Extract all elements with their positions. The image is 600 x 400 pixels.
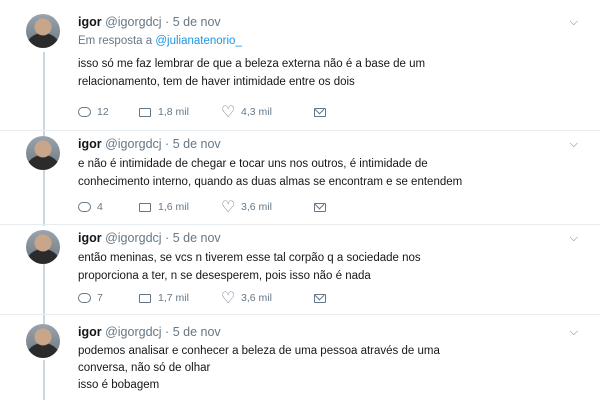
user-handle[interactable]: @igorgdcj (105, 325, 161, 339)
user-handle[interactable]: @igorgdcj (105, 137, 161, 151)
reply-button[interactable]: 4 (78, 201, 138, 213)
divider (0, 314, 600, 315)
reply-icon (78, 107, 91, 117)
retweet-icon (138, 107, 152, 117)
tweet-text-line: relacionamento, tem de haver intimidade … (78, 76, 355, 88)
separator: · (165, 325, 170, 339)
tweet-text-line: então meninas, se vcs n tiverem esse tal… (78, 252, 421, 264)
heart-icon (221, 197, 235, 216)
reply-count: 7 (97, 292, 103, 304)
tweet-text-line: conhecimento interno, quando as duas alm… (78, 176, 463, 188)
tweet-text: isso só me faz lembrar de que a beleza e… (78, 55, 578, 91)
user-name[interactable]: igor (78, 15, 102, 29)
tweet-header: igor @igorgdcj · 5 de nov (78, 230, 578, 246)
reply-icon (78, 202, 91, 212)
tweet-actions: 4 1,6 mil 3,6 mil (78, 197, 326, 216)
reply-button[interactable]: 7 (78, 292, 138, 304)
retweet-icon (138, 202, 152, 212)
chevron-down-icon[interactable]: ⌵ (570, 138, 578, 151)
retweet-count: 1,8 mil (158, 106, 189, 118)
separator: · (165, 137, 170, 151)
tweet-header: igor @igorgdcj · 5 de nov (78, 324, 578, 340)
dm-button[interactable] (314, 107, 326, 117)
tweet-text: e não é intimidade de chegar e tocar uns… (78, 155, 578, 191)
retweet-count: 1,7 mil (158, 292, 189, 304)
thread-line (43, 52, 45, 136)
tweet-header: igor @igorgdcj · 5 de nov (78, 136, 578, 152)
reply-button[interactable]: 12 (78, 106, 138, 118)
like-count: 3,6 mil (241, 201, 272, 213)
tweet-date[interactable]: 5 de nov (173, 137, 221, 151)
user-handle[interactable]: @igorgdcj (105, 231, 161, 245)
avatar[interactable] (26, 136, 60, 170)
retweet-button[interactable]: 1,8 mil (138, 106, 222, 118)
retweet-icon (138, 293, 152, 303)
divider (0, 130, 600, 131)
tweet-date[interactable]: 5 de nov (173, 231, 221, 245)
user-name[interactable]: igor (78, 137, 102, 151)
envelope-icon (314, 107, 326, 117)
heart-icon (221, 102, 235, 121)
chevron-down-icon[interactable]: ⌵ (570, 326, 578, 339)
separator: · (165, 231, 170, 245)
like-button[interactable]: 4,3 mil (221, 102, 314, 121)
tweet-header: igor @igorgdcj · 5 de nov (78, 14, 578, 30)
tweet-text-line: e não é intimidade de chegar e tocar uns… (78, 158, 428, 170)
reply-count: 4 (97, 201, 103, 213)
chevron-down-icon[interactable]: ⌵ (570, 16, 578, 29)
thread-line (43, 360, 45, 400)
separator: · (165, 15, 170, 29)
mention-link[interactable]: @julianatenorio_ (155, 35, 241, 47)
avatar[interactable] (26, 324, 60, 358)
thread-line (43, 170, 45, 226)
tweet-actions: 7 1,7 mil 3,6 mil (78, 288, 326, 307)
retweet-count: 1,6 mil (158, 201, 189, 213)
avatar[interactable] (26, 230, 60, 264)
reply-count: 12 (97, 106, 109, 118)
avatar[interactable] (26, 14, 60, 48)
tweet-text-line: proporciona a ter, n se desesperem, pois… (78, 270, 371, 282)
tweet-text-line: conversa, não só de olhar (78, 362, 211, 374)
like-button[interactable]: 3,6 mil (221, 288, 314, 307)
tweet-text-line: isso é bobagem (78, 379, 160, 391)
heart-icon (221, 288, 235, 307)
chevron-down-icon[interactable]: ⌵ (570, 232, 578, 245)
tweet-date[interactable]: 5 de nov (173, 15, 221, 29)
dm-button[interactable] (314, 202, 326, 212)
tweet-text: então meninas, se vcs n tiverem esse tal… (78, 249, 578, 285)
tweet-date[interactable]: 5 de nov (173, 325, 221, 339)
user-handle[interactable]: @igorgdcj (105, 15, 161, 29)
reply-context: Em resposta a @julianatenorio_ (78, 34, 578, 49)
dm-button[interactable] (314, 293, 326, 303)
tweet-text-line: podemos analisar e conhecer a beleza de … (78, 345, 440, 357)
tweet-actions: 12 1,8 mil 4,3 mil (78, 102, 326, 121)
retweet-button[interactable]: 1,7 mil (138, 292, 222, 304)
reply-prefix: Em resposta a (78, 35, 153, 47)
envelope-icon (314, 293, 326, 303)
retweet-button[interactable]: 1,6 mil (138, 201, 222, 213)
envelope-icon (314, 202, 326, 212)
tweet-text-line: isso só me faz lembrar de que a beleza e… (78, 58, 426, 70)
thread-line (43, 264, 45, 326)
user-name[interactable]: igor (78, 231, 102, 245)
reply-icon (78, 293, 91, 303)
tweet-text: podemos analisar e conhecer a beleza de … (78, 343, 578, 394)
divider (0, 224, 600, 225)
like-button[interactable]: 3,6 mil (221, 197, 314, 216)
user-name[interactable]: igor (78, 325, 102, 339)
like-count: 3,6 mil (241, 292, 272, 304)
like-count: 4,3 mil (241, 106, 272, 118)
